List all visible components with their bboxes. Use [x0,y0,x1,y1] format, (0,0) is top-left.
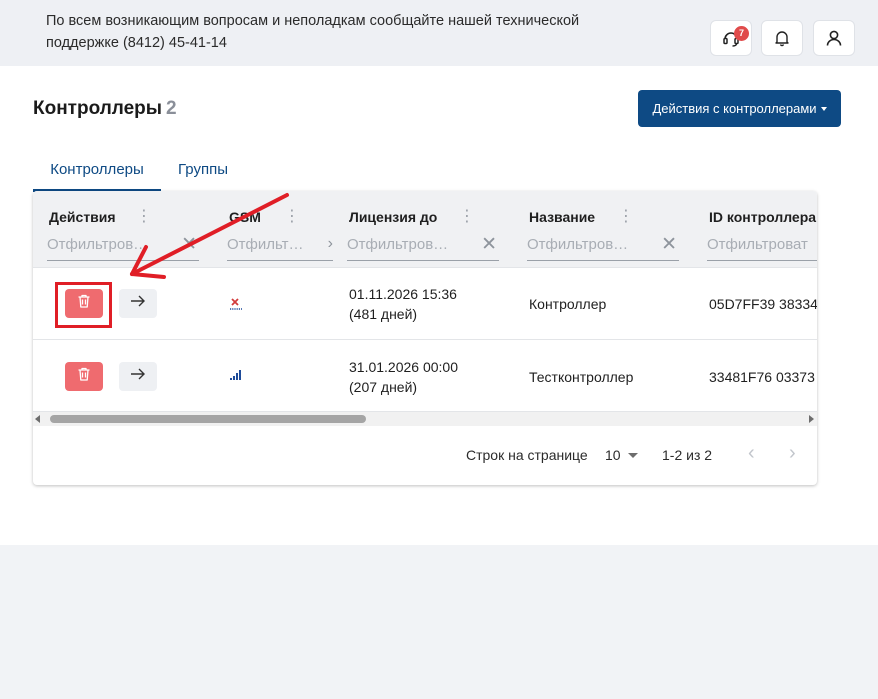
pagination-range: 1-2 из 2 [662,447,713,463]
column-menu-icon[interactable]: ⋮ [136,208,152,226]
table-header: Действия ⋮ Отфильтров… ✕ GSM ⋮ Отфильт… … [33,191,817,268]
open-controller-button[interactable] [119,289,157,318]
support-notice: По всем возникающим вопросам и неполадка… [46,13,580,51]
scroll-left-icon[interactable] [35,415,40,423]
table-row: 01.11.2026 15:36 (481 дней) Контроллер 0… [33,268,817,340]
profile-button[interactable] [813,20,855,56]
arrow-right-icon [130,367,146,386]
controllers-table: Действия ⋮ Отфильтров… ✕ GSM ⋮ Отфильт… … [33,191,817,485]
bell-icon [773,29,791,47]
column-menu-icon[interactable]: ⋮ [459,208,475,226]
delete-button[interactable] [65,362,103,391]
license-days: (481 дней) [349,306,418,322]
filter-placeholder: Отфильтров… [347,236,449,253]
column-header-gsm[interactable]: GSM [229,209,261,225]
column-header-license[interactable]: Лицензия до [349,209,437,225]
license-date: 31.01.2026 00:00 [349,359,458,375]
next-page-icon[interactable]: › [789,442,796,465]
controller-actions-label: Действия с контроллерами [652,101,817,116]
chevron-right-icon[interactable]: › [328,235,333,253]
caret-down-icon [820,106,827,111]
clear-filter-icon[interactable]: ✕ [181,235,197,255]
filter-placeholder: Отфильт… [227,236,304,253]
controller-actions-dropdown[interactable]: Действия с контроллерами [638,90,841,127]
notifications-button[interactable] [761,20,803,56]
license-date: 01.11.2026 15:36 [349,286,457,302]
pagination: Строк на странице 10 1-2 из 2 ‹ › [33,426,817,484]
arrow-right-icon [130,294,146,313]
clear-filter-icon[interactable]: ✕ [481,235,497,255]
license-days: (207 дней) [349,379,418,395]
scroll-right-icon[interactable] [809,415,814,423]
filter-actions[interactable]: Отфильтров… ✕ [47,233,199,261]
page-title: Контроллеры 2 [33,98,177,120]
filter-controller-id[interactable]: Отфильтроват [707,233,817,261]
previous-page-icon[interactable]: ‹ [748,442,755,465]
controller-id: 05D7FF39 38334 [709,296,817,312]
column-header-controller-id[interactable]: ID контроллера [709,209,816,225]
filter-placeholder: Отфильтров… [527,236,629,253]
rows-per-page-select[interactable]: 10 [605,447,621,463]
horizontal-scrollbar[interactable] [33,412,817,426]
open-controller-button[interactable] [119,362,157,391]
column-header-actions[interactable]: Действия [49,209,116,225]
controller-name: Тестконтроллер [529,369,634,385]
top-bar: По всем возникающим вопросам и неполадка… [0,0,878,66]
controller-id: 33481F76 03373 [709,369,815,385]
filter-name[interactable]: Отфильтров… ✕ [527,233,679,261]
controller-name: Контроллер [529,296,607,312]
rows-per-page-label: Строк на странице [466,447,588,463]
clear-filter-icon[interactable]: ✕ [661,235,677,255]
tab-controllers[interactable]: Контроллеры [33,152,161,192]
caret-down-icon[interactable] [628,453,638,458]
controllers-count: 2 [166,98,177,119]
scrollbar-thumb[interactable] [50,415,366,423]
filter-placeholder: Отфильтроват [707,236,808,253]
gsm-no-signal-icon [229,297,243,316]
page-title-text: Контроллеры [33,98,163,119]
column-header-name[interactable]: Название [529,209,595,225]
trash-icon [76,366,92,387]
user-icon [825,29,843,47]
filter-placeholder: Отфильтров… [47,236,149,253]
filter-license[interactable]: Отфильтров… ✕ [347,233,499,261]
support-button[interactable]: 7 [710,20,752,56]
gsm-signal-icon [229,368,243,387]
column-menu-icon[interactable]: ⋮ [618,208,634,226]
support-badge: 7 [734,26,749,41]
main-panel: Контроллеры 2 Действия с контроллерами Ко… [0,66,878,545]
tab-groups[interactable]: Группы [169,152,237,192]
filter-gsm[interactable]: Отфильт… › [227,233,333,261]
annotation-highlight-box [55,282,112,328]
table-row: 31.01.2026 00:00 (207 дней) Тестконтролл… [33,340,817,412]
column-menu-icon[interactable]: ⋮ [284,208,300,226]
